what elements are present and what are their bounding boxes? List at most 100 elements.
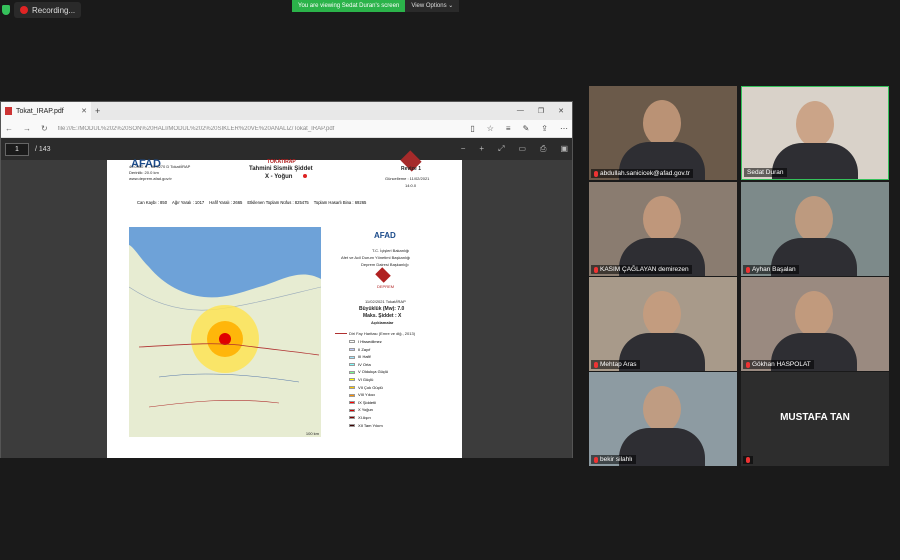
participant-tile[interactable]: Mehtap Aras	[589, 277, 737, 371]
map-scale: 100 km	[305, 431, 319, 436]
video-feed-person	[643, 291, 681, 337]
legend-item: VIII Yıkıcı	[349, 391, 388, 399]
participant-name-tag: Sedat Duran	[744, 168, 787, 177]
legend-label: XI Aşırı	[358, 414, 371, 420]
legend-label: V Oldukça Güçlü	[358, 369, 389, 375]
mic-muted-icon	[746, 266, 750, 273]
share-icon[interactable]: ⇪	[541, 124, 548, 133]
recording-pill[interactable]: Recording...	[14, 2, 82, 18]
refresh-icon[interactable]: ↻	[41, 124, 48, 133]
page-number-input[interactable]: 1	[5, 142, 29, 156]
legend-swatch	[349, 355, 355, 359]
afad-logo: AFAD	[374, 231, 396, 240]
tab-title: Tokat_IRAP.pdf	[16, 107, 64, 115]
updated-date: Güncelleme : 11/02/2021	[385, 176, 430, 181]
participant-tile[interactable]: bekir silahlı	[589, 372, 737, 466]
pdf-page: AFAD TOKATIRAP Tahmini Sismik Şiddet X -…	[107, 150, 462, 458]
doc-header-3: X - Yoğun	[265, 174, 293, 180]
legend-label: XII Tam Yıkım	[358, 422, 383, 428]
legend-item: VI Güçlü	[349, 376, 388, 384]
legend-swatch	[349, 363, 355, 367]
share-banner: You are viewing Sedat Duran's screen Vie…	[292, 0, 460, 12]
favorite-star-icon[interactable]: ☆	[487, 124, 494, 133]
legend-label: IV Orta	[358, 361, 371, 367]
legend-swatch	[349, 378, 355, 382]
pdf-icon	[5, 107, 12, 115]
legend-label: IX Şiddetli	[358, 399, 377, 405]
legend-swatch	[349, 393, 355, 397]
participant-name-tag: Gökhan HASPOLAT	[743, 360, 814, 369]
video-feed-person	[795, 196, 833, 242]
close-tab-icon[interactable]: ✕	[81, 107, 87, 115]
recording-indicator[interactable]: Recording...	[2, 2, 82, 18]
legend-label: X Yoğun	[358, 407, 373, 413]
legend-swatch	[349, 401, 355, 405]
participant-name-tag: Mehtap Aras	[591, 360, 640, 369]
participant-name: abdullah.sanicicek@afad.gov.tr	[600, 170, 690, 177]
participant-tile[interactable]: Ayhan Başalan	[741, 182, 889, 276]
view-options-button[interactable]: View Options ⌄	[405, 0, 460, 12]
close-window-icon[interactable]: ✕	[558, 107, 564, 115]
star-marker-icon	[303, 174, 307, 178]
legend-swatch	[349, 370, 355, 374]
legend-item: II Zayıf	[349, 346, 388, 354]
participant-tile[interactable]: Gökhan HASPOLAT	[741, 277, 889, 371]
legend-item: III Hafif	[349, 353, 388, 361]
participant-name-tag: Ayhan Başalan	[743, 265, 799, 274]
legend-item: IV Orta	[349, 361, 388, 369]
legend-swatch	[349, 386, 355, 389]
save-icon[interactable]: ▣	[560, 144, 568, 154]
zoom-out-icon[interactable]: −	[461, 144, 466, 154]
legend-label: VIII Yıkıcı	[358, 392, 376, 398]
more-icon[interactable]: ⋯	[560, 124, 568, 133]
minimize-icon[interactable]: —	[517, 107, 524, 115]
time: 14:0.0	[405, 183, 417, 188]
pdf-viewport[interactable]: AFAD TOKATIRAP Tahmini Sismik Şiddet X -…	[1, 150, 572, 458]
coords-1: 40.0952 K - 36.5270 D Tokat/İRAP	[129, 164, 191, 169]
deprem-logo-icon	[375, 267, 391, 283]
legend-label: I Hissedilmez	[358, 339, 382, 344]
back-icon[interactable]: ←	[5, 124, 13, 133]
participant-display-name: MUSTAFA TAN	[780, 412, 850, 423]
hub-icon[interactable]: ≡	[506, 124, 511, 133]
legend-label: II Zayıf	[358, 346, 371, 352]
shield-icon	[2, 5, 10, 15]
forward-icon[interactable]: →	[23, 124, 31, 133]
deprem-label: DEPREM	[377, 284, 395, 289]
legend-swatch	[349, 408, 355, 412]
fit-page-icon[interactable]: ⤢	[498, 144, 504, 154]
fault-line-swatch	[335, 333, 347, 334]
reading-view-icon[interactable]: ▯	[470, 124, 474, 133]
maximize-icon[interactable]: ❐	[538, 107, 544, 115]
legend-item: IX Şiddetli	[349, 399, 388, 407]
participant-name: Ayhan Başalan	[752, 266, 796, 273]
record-icon	[20, 6, 28, 14]
fault-label: Diri Fay Haritası (Emre ve diğ., 2013)	[349, 331, 416, 336]
participant-tile[interactable]: abdullah.sanicicek@afad.gov.tr	[589, 86, 737, 180]
page-total: / 143	[35, 145, 51, 153]
event-date: 11/02/2021 Tokat/İRAP	[365, 299, 406, 304]
legend-swatch	[349, 423, 355, 427]
zoom-in-icon[interactable]: +	[479, 144, 484, 154]
video-feed-person	[643, 100, 681, 146]
participant-name-tag: bekir silahlı	[591, 455, 636, 464]
participant-tile[interactable]: KASIM ÇAĞLAYAN demirezen	[589, 182, 737, 276]
participant-name: Gökhan HASPOLAT	[752, 361, 811, 368]
participant-name: bekir silahlı	[600, 456, 633, 463]
participant-tile[interactable]: Sedat Duran	[741, 86, 889, 180]
notes-icon[interactable]: ✎	[523, 124, 530, 133]
new-tab-icon[interactable]: +	[95, 106, 100, 116]
print-icon[interactable]: ⎙	[540, 144, 546, 154]
window-controls: — ❐ ✕	[517, 107, 572, 115]
legend-label: III Hafif	[358, 354, 371, 360]
two-page-icon[interactable]: ▭	[518, 144, 526, 154]
browser-tab[interactable]: Tokat_IRAP.pdf ✕	[1, 102, 91, 120]
pdf-toolbar: 1 / 143 − + ⤢ ▭ ⎙ ▣	[1, 138, 572, 160]
url-field[interactable]: file:///E:/MODÜL%202%20SON%20HALİ/MODÜL%…	[58, 126, 438, 132]
mic-muted-icon	[746, 361, 750, 368]
legend-item: XI Aşırı	[349, 414, 388, 422]
legend-swatch	[349, 416, 355, 420]
participant-tile[interactable]: MUSTAFA TAN	[741, 372, 889, 466]
legend-item: X Yoğun	[349, 406, 388, 414]
shared-screen: Tokat_IRAP.pdf ✕ + — ❐ ✕ ← → ↻ file:///E…	[0, 101, 573, 458]
